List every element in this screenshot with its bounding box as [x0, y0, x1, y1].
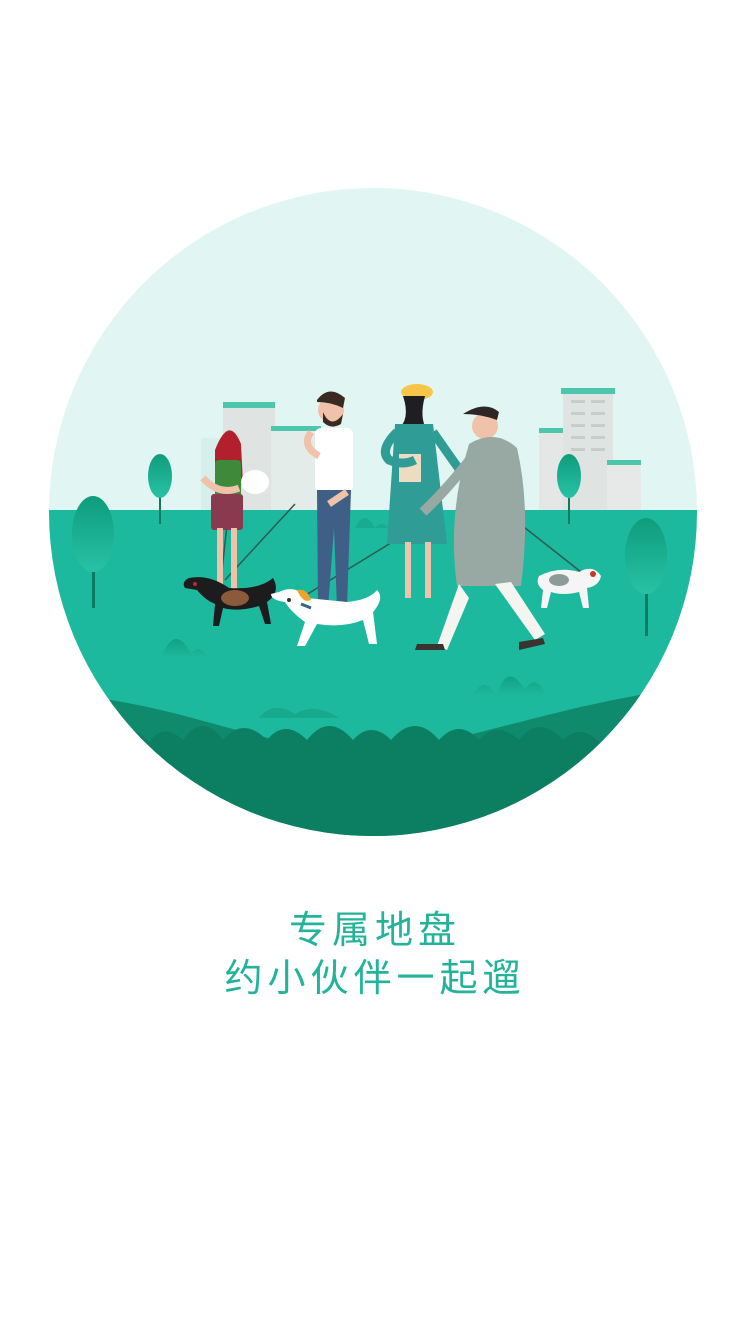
caption-subheadline: 约小伙伴一起遛 [224, 956, 526, 1000]
people-walking-dogs-in-park-icon [49, 188, 697, 836]
caption-headline: 专属地盘 [288, 908, 461, 952]
onboarding-screen[interactable]: 专属地盘 约小伙伴一起遛 [0, 0, 750, 1334]
